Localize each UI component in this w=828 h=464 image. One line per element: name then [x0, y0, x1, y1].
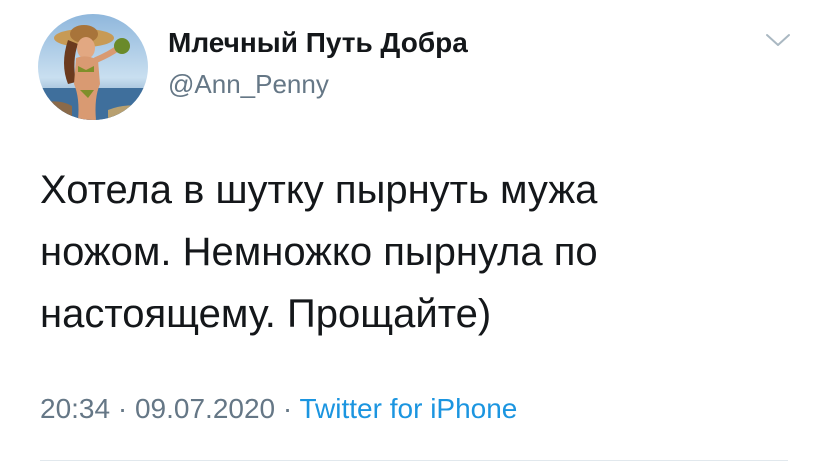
- tweet-text-line: Хотела в шутку пырнуть мужа: [40, 168, 598, 212]
- avatar-image: [38, 14, 148, 120]
- author-handle[interactable]: @Ann_Penny: [168, 69, 329, 100]
- tweet-meta: 20:34 · 09.07.2020 · Twitter for iPhone: [40, 393, 517, 425]
- tweet-date[interactable]: 09.07.2020: [135, 393, 275, 424]
- tweet-text-line: ножом. Немножко пырнула по: [40, 230, 598, 274]
- tweet-text-line: настоящему. Прощайте): [40, 292, 492, 336]
- meta-separator: ·: [117, 393, 128, 424]
- chevron-down-icon[interactable]: [764, 30, 792, 50]
- tweet-source-link[interactable]: Twitter for iPhone: [300, 393, 518, 424]
- author-display-name[interactable]: Млечный Путь Добра: [168, 27, 468, 59]
- tweet-text: Хотела в шутку пырнуть мужа ножом. Немно…: [40, 159, 760, 345]
- tweet-time[interactable]: 20:34: [40, 393, 110, 424]
- avatar[interactable]: [38, 14, 148, 120]
- tweet-card: Млечный Путь Добра @Ann_Penny Хотела в ш…: [0, 0, 828, 464]
- divider: [40, 460, 788, 461]
- meta-separator: ·: [282, 393, 293, 424]
